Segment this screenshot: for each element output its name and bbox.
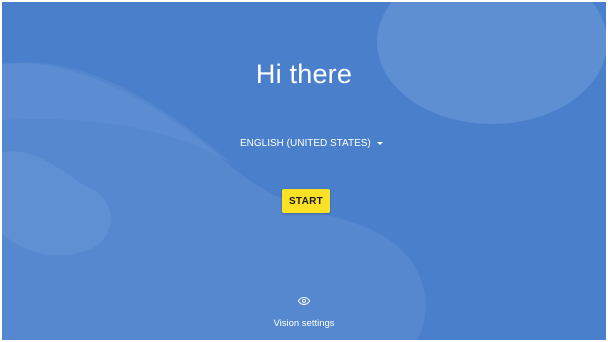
background-wave [2, 2, 606, 340]
vision-settings-label: Vision settings [273, 318, 335, 329]
eye-icon [298, 296, 310, 306]
language-dropdown[interactable]: ENGLISH (UNITED STATES) [234, 132, 389, 154]
vision-settings-button[interactable]: Vision settings [254, 294, 354, 334]
caret-down-icon [376, 142, 383, 145]
start-button[interactable]: START [282, 189, 330, 213]
page-title: Hi there [255, 59, 353, 89]
language-value: ENGLISH (UNITED STATES) [240, 137, 371, 149]
welcome-screen: Hi there ENGLISH (UNITED STATES) START V… [2, 2, 606, 340]
